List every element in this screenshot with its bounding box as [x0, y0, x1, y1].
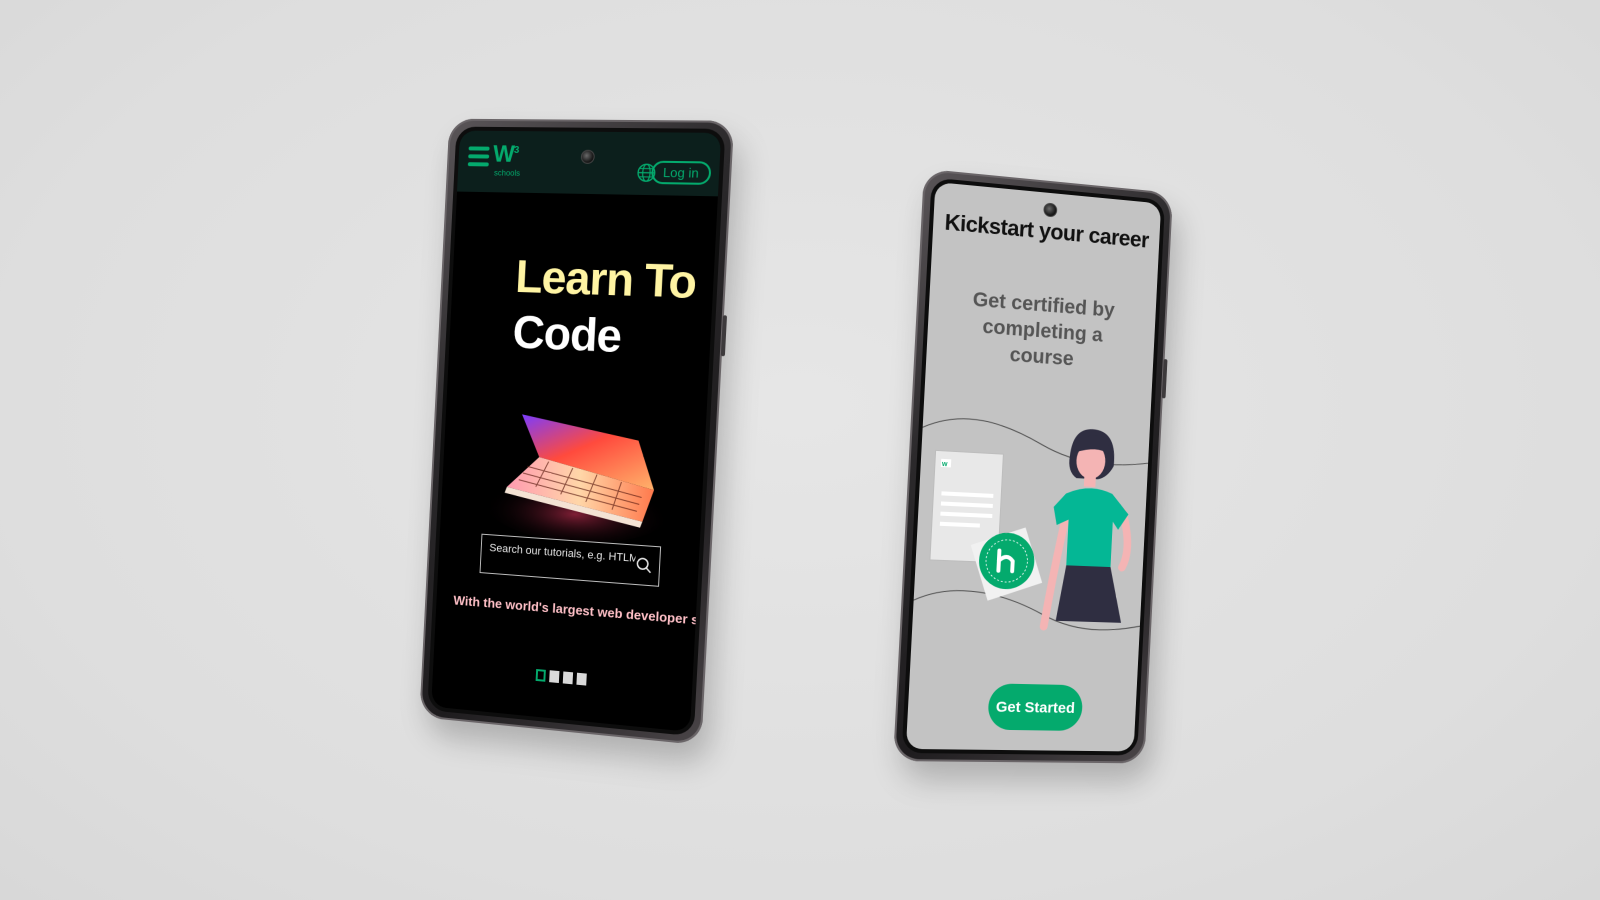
- logo-subtitle: schools: [493, 168, 521, 178]
- hamburger-menu-icon[interactable]: [467, 146, 490, 170]
- pager-dot-4[interactable]: [576, 672, 587, 686]
- career-subtitle: Get certified by completing a course: [972, 288, 1116, 371]
- phone-left: W3 schools Log in Learn To Code Search o…: [419, 118, 735, 746]
- pager-dot-3[interactable]: [562, 671, 574, 685]
- screen-certification: Kickstart your career Get certified by c…: [905, 181, 1162, 752]
- phone-side-button: [720, 315, 728, 357]
- tagline: With the world's largest web developer s…: [453, 592, 719, 630]
- svg-text:w: w: [941, 461, 948, 468]
- carousel-pager: [535, 668, 587, 686]
- hero-title: Learn To Code: [511, 248, 698, 367]
- certificate-woman-illustration: w: [911, 407, 1161, 657]
- login-button[interactable]: Log in: [650, 160, 712, 185]
- search-input[interactable]: [487, 541, 638, 566]
- phone-side-button: [1161, 359, 1168, 399]
- phone-bezel: W3 schools Log in Learn To Code Search o…: [427, 126, 726, 737]
- w3schools-logo[interactable]: W3: [492, 141, 518, 169]
- logo-text: W: [492, 140, 515, 168]
- logo-superscript: 3: [513, 144, 519, 156]
- woman-figure-icon: [1044, 427, 1133, 629]
- phone-bezel: Kickstart your career Get certified by c…: [901, 177, 1166, 756]
- hero-title-line-2: Code: [511, 305, 623, 362]
- hero-title-line-1: Learn To: [514, 250, 698, 309]
- pager-dot-1[interactable]: [535, 668, 546, 682]
- mockup-stage: W3 schools Log in Learn To Code Search o…: [0, 0, 1600, 900]
- get-started-button[interactable]: Get Started: [987, 683, 1084, 731]
- phone-right: Kickstart your career Get certified by c…: [893, 168, 1174, 764]
- pager-dot-2[interactable]: [549, 670, 560, 684]
- screen-w3schools-home: W3 schools Log in Learn To Code Search o…: [431, 130, 722, 732]
- search-icon[interactable]: [635, 556, 654, 575]
- laptop-illustration: [482, 414, 672, 549]
- front-camera: [1043, 202, 1058, 218]
